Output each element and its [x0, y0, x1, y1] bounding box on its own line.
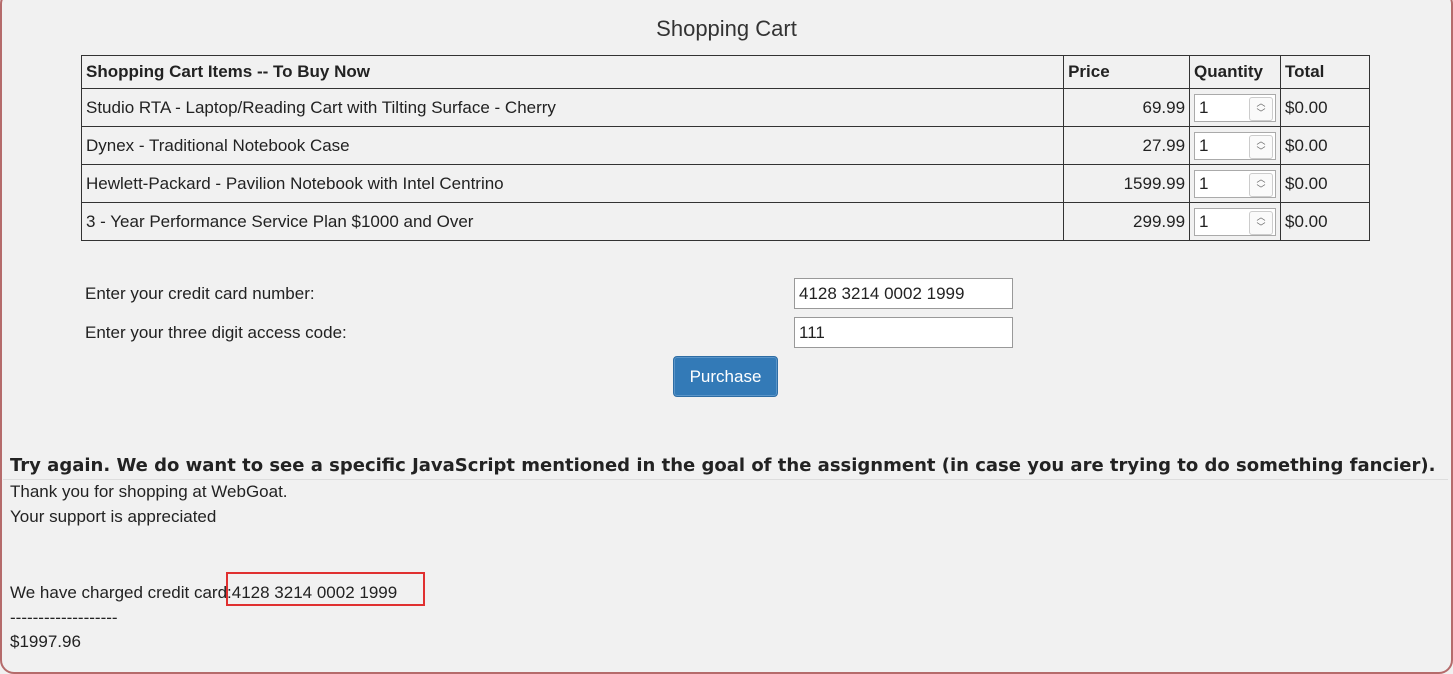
cart-table: Shopping Cart Items -- To Buy Now Price …	[80, 55, 1370, 241]
quantity-stepper[interactable]: 1 ︿ ﹀	[1194, 93, 1277, 122]
credit-card-field[interactable]: 4128 3214 0002 1999	[794, 278, 1013, 309]
item-total: $0.00	[1280, 126, 1370, 165]
header-total: Total	[1280, 55, 1370, 89]
item-price: 1599.99	[1063, 164, 1191, 203]
spinner-icon[interactable]: ︿ ﹀	[1249, 210, 1274, 235]
quantity-cell: 1 ︿ ﹀	[1189, 88, 1282, 127]
highlight-box	[226, 572, 425, 606]
item-price: 27.99	[1063, 126, 1191, 165]
quantity-value: 1	[1199, 135, 1209, 155]
quantity-stepper[interactable]: 1 ︿ ﹀	[1194, 131, 1277, 160]
purchase-button[interactable]: Purchase	[673, 356, 778, 397]
item-name: 3 - Year Performance Service Plan $1000 …	[80, 202, 1065, 241]
header-price: Price	[1063, 55, 1191, 89]
spinner-icon[interactable]: ︿ ﹀	[1249, 96, 1274, 121]
access-code-label: Enter your three digit access code:	[85, 323, 347, 342]
feedback-message: Try again. We do want to see a specific …	[10, 455, 1436, 476]
separator-text: -------------------	[10, 608, 118, 627]
page-title: Shopping Cart	[656, 16, 797, 41]
item-total: $0.00	[1280, 202, 1370, 241]
table-row: Dynex - Traditional Notebook Case 27.99 …	[80, 126, 1370, 165]
credit-card-label: Enter your credit card number:	[85, 284, 315, 303]
support-text: Your support is appreciated	[10, 507, 217, 526]
spinner-icon[interactable]: ︿ ﹀	[1249, 134, 1274, 159]
item-price: 69.99	[1063, 88, 1191, 127]
item-total: $0.00	[1280, 88, 1370, 127]
amount-text: $1997.96	[10, 632, 81, 651]
thank-you-text: Thank you for shopping at WebGoat.	[10, 482, 288, 501]
quantity-cell: 1 ︿ ﹀	[1189, 202, 1282, 241]
quantity-value: 1	[1199, 211, 1209, 231]
item-total: $0.00	[1280, 164, 1370, 203]
quantity-stepper[interactable]: 1 ︿ ﹀	[1194, 169, 1277, 198]
divider	[3, 479, 1448, 480]
item-price: 299.99	[1063, 202, 1191, 241]
item-name: Hewlett-Packard - Pavilion Notebook with…	[80, 164, 1065, 203]
quantity-value: 1	[1199, 97, 1209, 117]
item-name: Studio RTA - Laptop/Reading Cart with Ti…	[80, 88, 1065, 127]
access-code-field[interactable]: 111	[794, 317, 1013, 348]
charged-prefix: We have charged credit card:	[10, 583, 232, 602]
item-name: Dynex - Traditional Notebook Case	[80, 126, 1065, 165]
table-row: Studio RTA - Laptop/Reading Cart with Ti…	[80, 88, 1370, 127]
spinner-icon[interactable]: ︿ ﹀	[1249, 172, 1274, 197]
table-row: Hewlett-Packard - Pavilion Notebook with…	[80, 164, 1370, 203]
quantity-cell: 1 ︿ ﹀	[1189, 126, 1282, 165]
table-header-row: Shopping Cart Items -- To Buy Now Price …	[80, 55, 1370, 89]
header-quantity: Quantity	[1189, 55, 1282, 89]
quantity-cell: 1 ︿ ﹀	[1189, 164, 1282, 203]
quantity-value: 1	[1199, 173, 1209, 193]
table-row: 3 - Year Performance Service Plan $1000 …	[80, 202, 1370, 241]
quantity-stepper[interactable]: 1 ︿ ﹀	[1194, 207, 1277, 236]
header-items: Shopping Cart Items -- To Buy Now	[80, 55, 1065, 89]
